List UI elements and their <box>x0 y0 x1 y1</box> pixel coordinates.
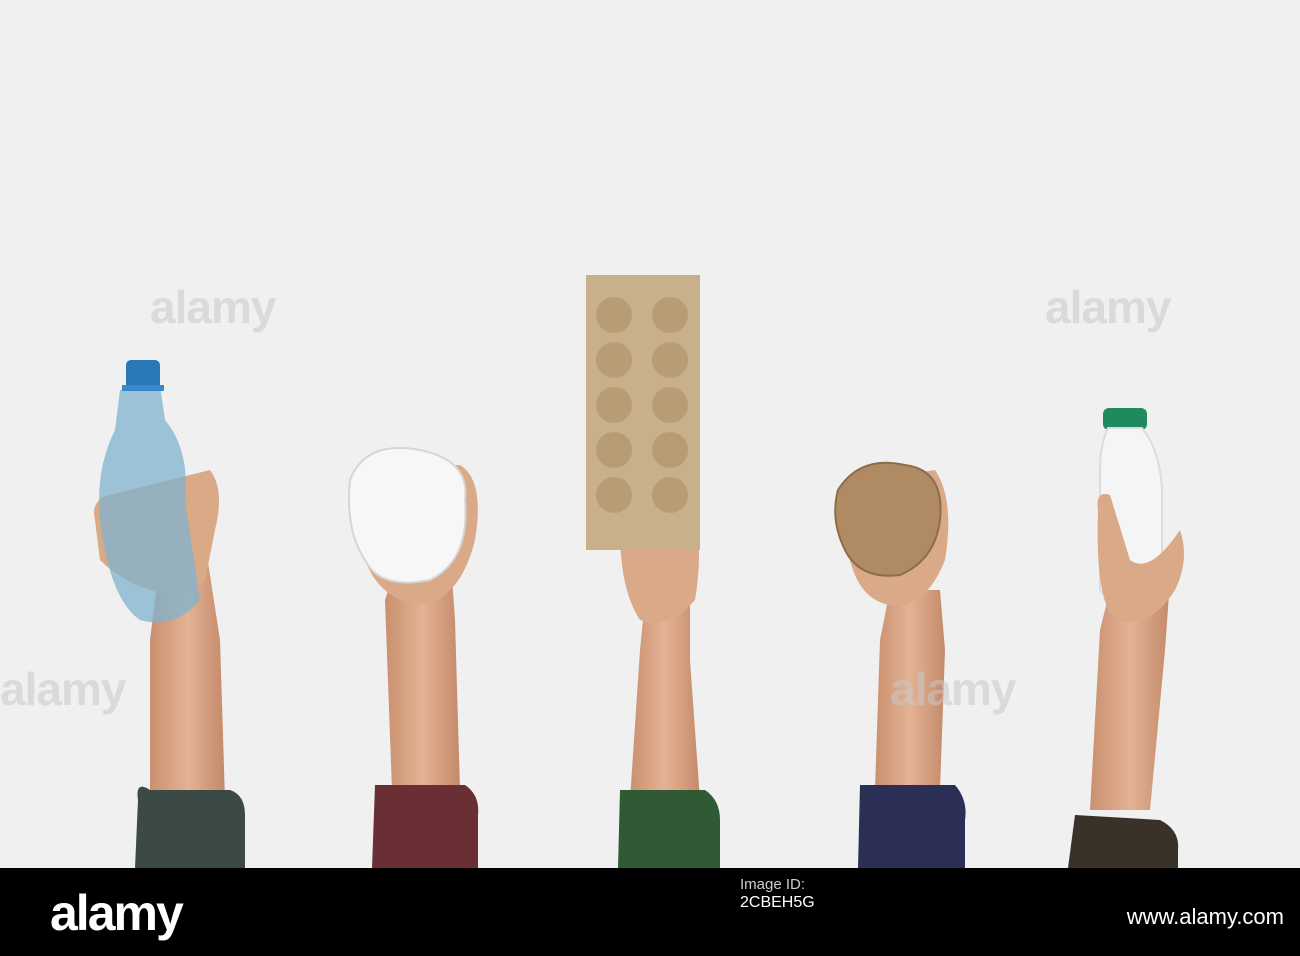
hand-with-egg-carton <box>586 275 720 868</box>
image-id-block: Image ID: 2CBEH5G <box>740 876 815 912</box>
image-id-value: 2CBEH5G <box>740 894 815 911</box>
site-url[interactable]: www.alamy.com <box>1127 904 1284 930</box>
brand-logo: alamy <box>50 885 184 941</box>
hand-with-plastic-bag <box>348 447 479 868</box>
hand-with-plastic-bottle <box>94 360 245 868</box>
watermark: alamy <box>0 663 126 715</box>
footer-bar: alamy Image ID: 2CBEH5G www.alamy.com <box>0 868 1300 956</box>
watermark: alamy <box>890 663 1016 715</box>
hand-with-white-bottle <box>1068 408 1184 868</box>
watermark: alamy <box>150 281 276 333</box>
watermark: alamy <box>1045 281 1171 333</box>
image-id-label: Image ID: <box>740 876 806 893</box>
hands-holding-recyclables <box>94 275 1184 868</box>
stock-photo: alamy alamy alamy alamy <box>0 0 1300 868</box>
